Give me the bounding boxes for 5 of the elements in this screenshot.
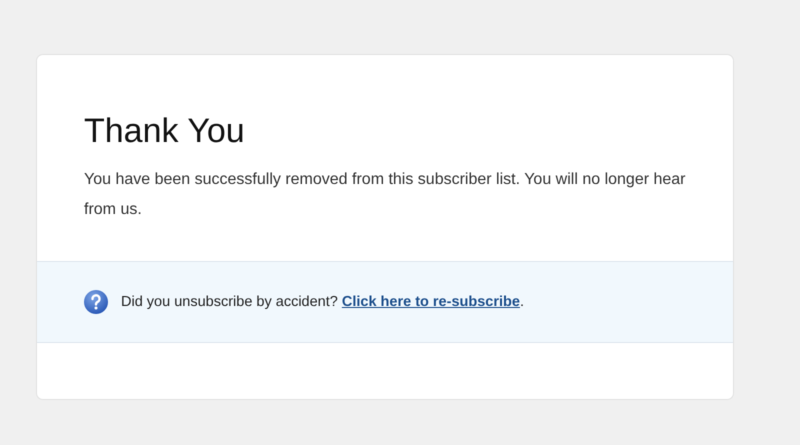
confirmation-message: You have been successfully removed from this subscriber list. You will no longer hear from us.	[84, 170, 687, 220]
resubscribe-prompt: Did you unsubscribe by accident? Click here to re-subscribe.	[121, 294, 524, 310]
resubscribe-link[interactable]: Click here to re-subscribe	[342, 294, 520, 310]
page-title: Thank You	[84, 111, 246, 152]
help-icon	[83, 289, 109, 315]
